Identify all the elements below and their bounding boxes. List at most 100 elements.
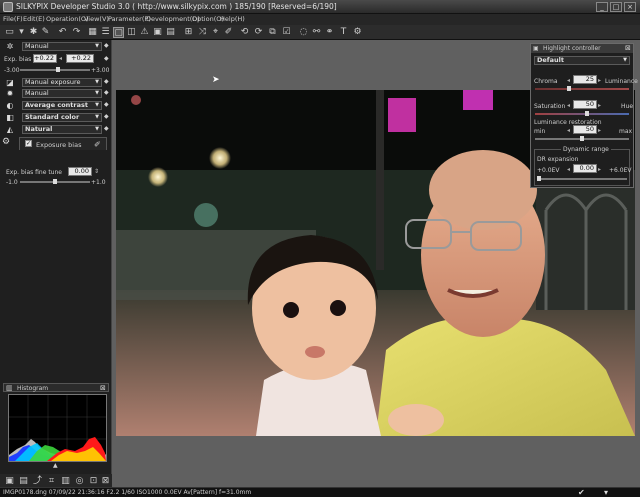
- luminance-restoration-slider-thumb[interactable]: [580, 136, 584, 141]
- crop-icon[interactable]: ⌗: [46, 476, 57, 487]
- status-text: IMGP0178.dng 07/09/22 21:36:16 F2.2 1/60…: [3, 489, 252, 496]
- stepper-icon[interactable]: ⇕: [94, 168, 99, 175]
- luminance-restoration-value[interactable]: 50: [573, 125, 597, 134]
- menu-edit[interactable]: Edit(E): [23, 15, 45, 23]
- diamond-icon[interactable]: ◆: [104, 43, 110, 49]
- fine-tune-value[interactable]: 0.00: [68, 167, 92, 176]
- eyedropper-icon[interactable]: ✐: [94, 140, 101, 149]
- menu-file[interactable]: File(F): [3, 15, 23, 23]
- arrow-right-icon[interactable]: ▸: [598, 77, 601, 84]
- arrow-right-icon[interactable]: ▸: [598, 102, 601, 109]
- check-icon[interactable]: ☑: [281, 27, 292, 38]
- mask-icon[interactable]: ⚭: [324, 27, 335, 38]
- warning-icon[interactable]: ⚠: [139, 27, 150, 38]
- dynamic-range-label: Dynamic range: [561, 146, 611, 153]
- diamond-icon[interactable]: ◆: [104, 114, 110, 120]
- exposure-dropdown[interactable]: Manual exposure ▼: [22, 78, 102, 87]
- diamond-icon[interactable]: ◆: [104, 126, 110, 132]
- arrow-left-icon[interactable]: ◂: [59, 55, 62, 62]
- settings-icon[interactable]: ⊠: [100, 476, 111, 487]
- contrast-value: Average contrast: [25, 101, 88, 109]
- save-icon[interactable]: ▾: [16, 27, 27, 38]
- histogram-toggle-icon[interactable]: ▥: [60, 476, 71, 487]
- diamond-icon[interactable]: ◆: [104, 90, 110, 96]
- exp-bias-value-a[interactable]: +0.22: [33, 54, 57, 63]
- cursor-icon: ➤: [212, 75, 220, 85]
- menu-view[interactable]: View(V): [84, 15, 109, 23]
- grid-icon[interactable]: ⊞: [183, 27, 194, 38]
- menu-operation[interactable]: Operation(O): [46, 15, 89, 23]
- dropdown-icon[interactable]: ▾: [604, 488, 608, 497]
- histogram-marker-icon: ▲: [53, 462, 58, 469]
- saturation-slider[interactable]: [535, 113, 629, 115]
- filmstrip-icon[interactable]: ▤: [165, 27, 176, 38]
- color-dropdown[interactable]: Standard color ▼: [22, 113, 102, 122]
- spot-icon[interactable]: ◌: [298, 27, 309, 38]
- redo-icon[interactable]: ↷: [71, 27, 82, 38]
- arrow-left-icon[interactable]: ◂: [567, 166, 570, 173]
- arrow-left-icon[interactable]: ◂: [567, 102, 570, 109]
- help-icon[interactable]: ⚙: [352, 27, 363, 38]
- rotate-right-icon[interactable]: ⟳: [253, 27, 264, 38]
- diamond-icon[interactable]: ◆: [104, 102, 110, 108]
- contrast-dropdown[interactable]: Average contrast ▼: [22, 101, 102, 110]
- diamond-icon[interactable]: ◆: [104, 79, 110, 85]
- view-single-icon[interactable]: ▢: [113, 27, 124, 38]
- arrow-left-icon[interactable]: ◂: [567, 77, 570, 84]
- menu-help[interactable]: Help(H): [220, 15, 245, 23]
- history-icon[interactable]: ▣: [4, 476, 15, 487]
- arrow-right-icon[interactable]: ▸: [598, 166, 601, 173]
- arrow-right-icon[interactable]: ▸: [598, 127, 601, 134]
- undo-icon[interactable]: ↶: [57, 27, 68, 38]
- dr-expansion-slider[interactable]: [537, 178, 627, 180]
- exposure-bias-tab[interactable]: ✓ Exposure bias ✐: [19, 137, 107, 150]
- close-icon[interactable]: ⊠: [100, 384, 106, 392]
- view-compare-icon[interactable]: ◫: [126, 27, 137, 38]
- chroma-slider-thumb[interactable]: [566, 86, 571, 91]
- maximize-button[interactable]: □: [610, 2, 622, 12]
- rotate-left-icon[interactable]: ⟲: [239, 27, 250, 38]
- check-icon[interactable]: ✔: [578, 488, 585, 497]
- lens-icon[interactable]: ◎: [74, 476, 85, 487]
- saturation-value[interactable]: 50: [573, 100, 597, 109]
- gear-icon[interactable]: ✱: [28, 27, 39, 38]
- chroma-slider[interactable]: [535, 88, 629, 90]
- app-icon: [3, 2, 13, 12]
- chroma-value[interactable]: 25: [573, 75, 597, 84]
- fine-tune-slider-thumb[interactable]: [53, 179, 57, 184]
- gears-icon: ⚙: [2, 137, 11, 147]
- diamond-icon[interactable]: ◆: [104, 56, 110, 62]
- sharpness-dropdown[interactable]: Natural ▼: [22, 125, 102, 134]
- exp-bias-slider-thumb[interactable]: [55, 67, 60, 72]
- preset-dropdown[interactable]: Default ▼: [534, 56, 630, 65]
- tone-curve-icon[interactable]: ⤨: [197, 27, 208, 38]
- sun-icon: ✲: [6, 42, 14, 51]
- link-icon[interactable]: ⚯: [311, 27, 322, 38]
- text-icon[interactable]: T: [338, 27, 349, 38]
- palette-icon[interactable]: ▤: [18, 476, 29, 487]
- saturation-slider-thumb[interactable]: [584, 111, 589, 116]
- exp-bias-value-b[interactable]: +0.22: [66, 54, 94, 63]
- white-balance-dropdown[interactable]: Manual ▼: [22, 42, 102, 51]
- view-list-icon[interactable]: ☰: [100, 27, 111, 38]
- color-picker-icon[interactable]: ⌖: [210, 27, 221, 38]
- tool-icon[interactable]: ✎: [40, 27, 51, 38]
- exposure-bias-checkbox[interactable]: ✓: [25, 140, 32, 147]
- folder-icon[interactable]: ▭: [4, 27, 15, 38]
- tone-dropdown[interactable]: Manual ▼: [22, 89, 102, 98]
- view-grid-icon[interactable]: ▦: [87, 27, 98, 38]
- eyedropper-icon[interactable]: ✐: [223, 27, 234, 38]
- highlight-controller-title: Highlight controller: [543, 45, 601, 52]
- menu-parameter[interactable]: Parameter(P): [108, 15, 151, 23]
- copy-icon[interactable]: ⧉: [267, 27, 278, 38]
- fullscreen-icon[interactable]: ▣: [152, 27, 163, 38]
- sharpness-value: Natural: [25, 125, 53, 133]
- noise-icon[interactable]: ⊡: [88, 476, 99, 487]
- curve-icon[interactable]: ⤴: [32, 476, 43, 487]
- close-icon[interactable]: ⊠: [625, 44, 631, 52]
- dr-expansion-slider-thumb[interactable]: [537, 176, 541, 181]
- minimize-button[interactable]: _: [596, 2, 608, 12]
- dr-expansion-value[interactable]: 0.00: [573, 164, 597, 173]
- arrow-left-icon[interactable]: ◂: [567, 127, 570, 134]
- close-button[interactable]: ×: [624, 2, 636, 12]
